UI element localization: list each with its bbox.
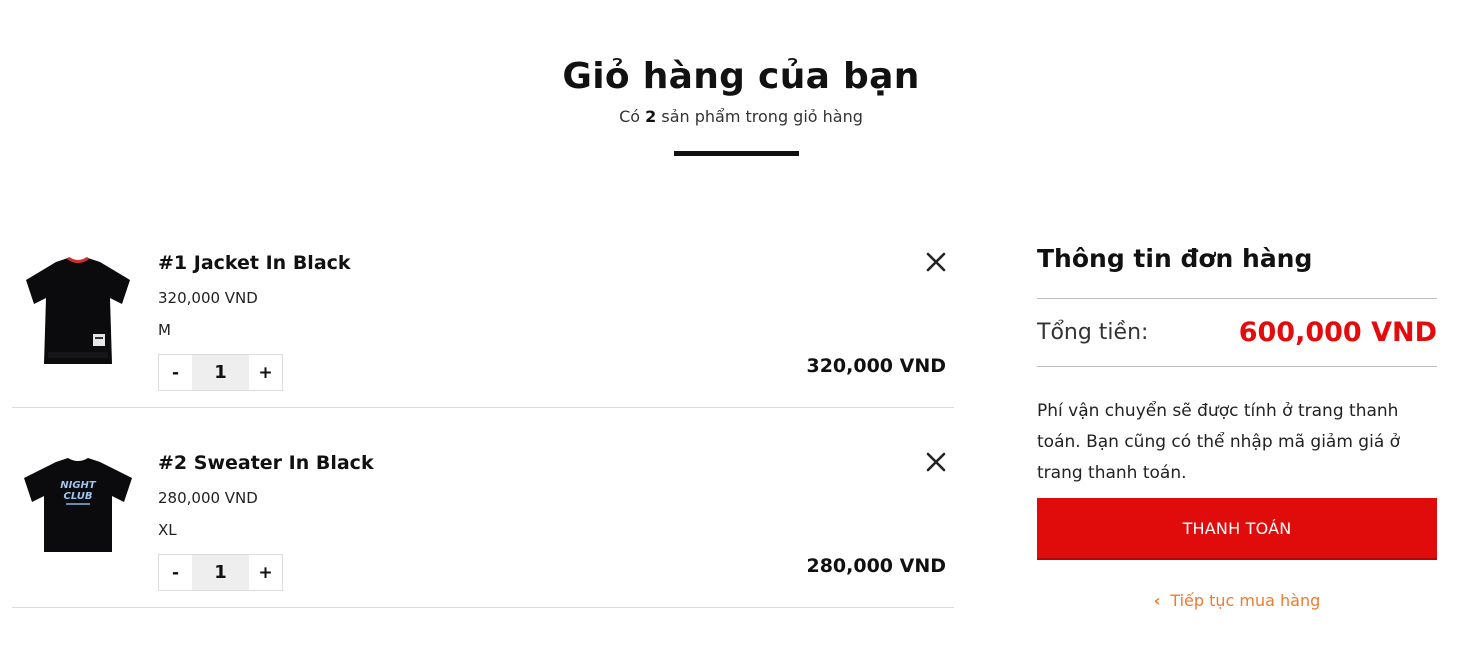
page-title: Giỏ hàng của bạn [562, 56, 920, 97]
cart-item: #1 Jacket In Black 320,000 VND M - 1 + 3… [12, 230, 954, 408]
line-total: 280,000 VND [806, 555, 946, 577]
decrease-quantity-button[interactable]: - [159, 555, 192, 590]
subtitle-prefix: Có [619, 107, 646, 126]
increase-quantity-button[interactable]: + [249, 355, 282, 390]
title-underline [674, 151, 799, 156]
quantity-input[interactable]: 1 [192, 555, 249, 590]
quantity-input[interactable]: 1 [192, 355, 249, 390]
subtitle-suffix: sản phẩm trong giỏ hàng [656, 107, 863, 126]
continue-shopping-label: Tiếp tục mua hàng [1170, 591, 1321, 610]
shipping-note: Phí vận chuyển sẽ được tính ở trang than… [1037, 401, 1401, 483]
total-label: Tổng tiền: [1037, 320, 1149, 345]
product-unit-price: 320,000 VND [158, 289, 258, 307]
divider [1037, 298, 1437, 299]
decrease-quantity-button[interactable]: - [159, 355, 192, 390]
close-icon[interactable] [924, 450, 948, 474]
chevron-left-icon: ‹ [1153, 591, 1161, 610]
product-unit-price: 280,000 VND [158, 489, 258, 507]
quantity-stepper: - 1 + [158, 554, 283, 591]
checkout-button[interactable]: THANH TOÁN [1037, 498, 1437, 560]
product-variant: XL [158, 521, 177, 539]
summary-title: Thông tin đơn hàng [1037, 244, 1313, 273]
black-tshirt-image[interactable] [18, 252, 138, 372]
shirt-print-line2: CLUB [64, 491, 93, 502]
product-name[interactable]: #1 Jacket In Black [158, 252, 351, 274]
close-icon[interactable] [924, 250, 948, 274]
shirt-print-line1: NIGHT [60, 480, 97, 491]
cart-item: NIGHT CLUB #2 Sweater In Black 280,000 V… [12, 408, 954, 608]
continue-shopping-link[interactable]: ‹ Tiếp tục mua hàng [1037, 591, 1437, 610]
quantity-stepper: - 1 + [158, 354, 283, 391]
night-club-tshirt-image[interactable]: NIGHT CLUB [18, 448, 138, 568]
cart-item-list: #1 Jacket In Black 320,000 VND M - 1 + 3… [12, 230, 954, 608]
increase-quantity-button[interactable]: + [249, 555, 282, 590]
total-value: 600,000 VND [1238, 317, 1437, 348]
product-variant: M [158, 321, 171, 339]
divider [1037, 366, 1437, 367]
product-name[interactable]: #2 Sweater In Black [158, 452, 374, 474]
cart-count: 2 [645, 107, 657, 126]
line-total: 320,000 VND [806, 355, 946, 377]
cart-count-text: Có 2 sản phẩm trong giỏ hàng [0, 107, 1482, 126]
